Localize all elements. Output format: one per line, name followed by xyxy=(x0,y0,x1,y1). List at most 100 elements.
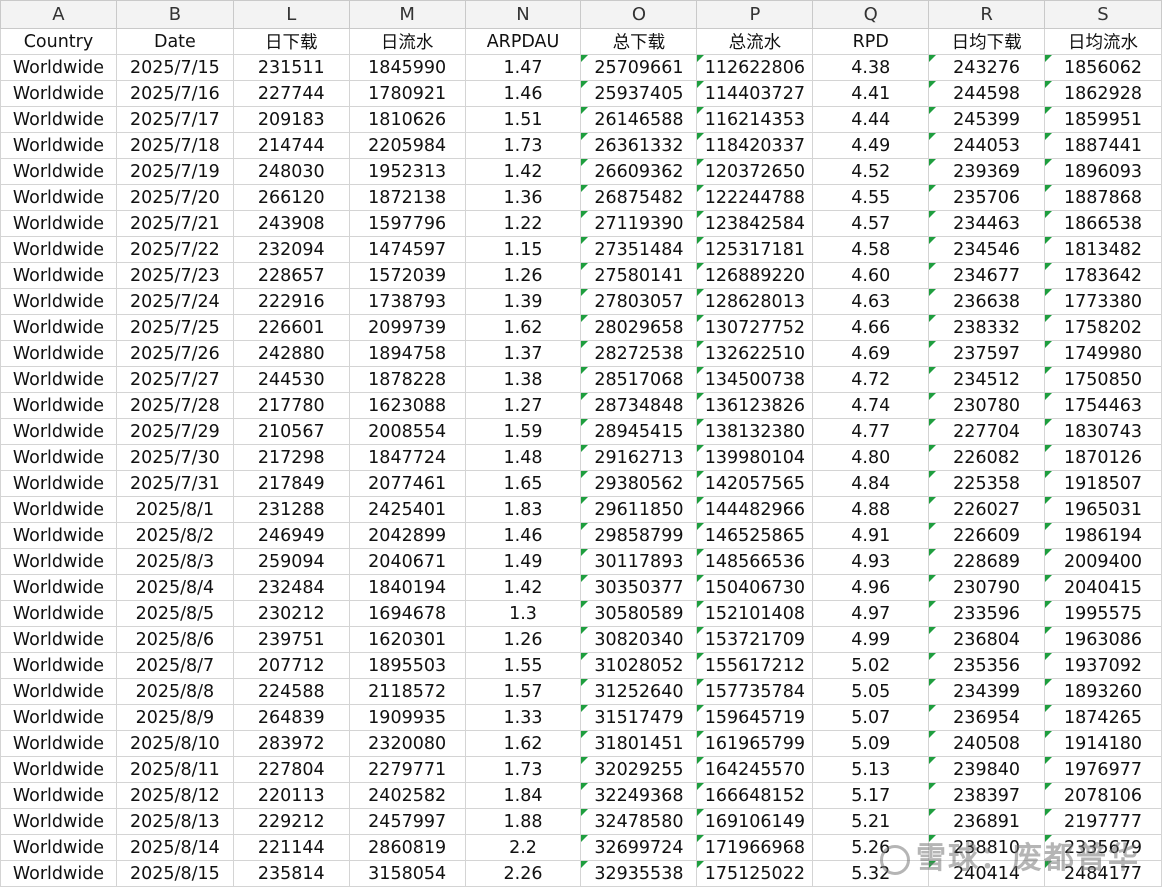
data-cell[interactable]: 4.97 xyxy=(812,600,930,627)
data-cell[interactable]: Worldwide xyxy=(0,834,117,861)
data-cell[interactable]: 2025/8/14 xyxy=(115,834,234,861)
data-cell[interactable]: 222916 xyxy=(232,288,350,315)
data-cell[interactable]: Worldwide xyxy=(0,366,117,393)
data-cell[interactable]: 26609362 xyxy=(580,158,698,185)
data-cell[interactable]: 29858799 xyxy=(580,522,698,549)
data-cell[interactable]: 242880 xyxy=(232,340,350,367)
header-cell[interactable]: 总流水 xyxy=(696,28,814,55)
data-cell[interactable]: 2025/8/15 xyxy=(115,860,234,887)
data-cell[interactable]: 1878228 xyxy=(348,366,466,393)
data-cell[interactable]: 234546 xyxy=(928,236,1046,263)
data-cell[interactable]: 235706 xyxy=(928,184,1046,211)
data-cell[interactable]: 1859951 xyxy=(1044,106,1162,133)
data-cell[interactable]: 1.47 xyxy=(464,54,582,81)
data-cell[interactable]: 1895503 xyxy=(348,652,466,679)
data-cell[interactable]: 5.05 xyxy=(812,678,930,705)
data-cell[interactable]: Worldwide xyxy=(0,106,117,133)
data-cell[interactable]: 2025/8/10 xyxy=(115,730,234,757)
data-cell[interactable]: Worldwide xyxy=(0,860,117,887)
data-cell[interactable]: 2025/7/23 xyxy=(115,262,234,289)
data-cell[interactable]: 1847724 xyxy=(348,444,466,471)
data-cell[interactable]: 136123826 xyxy=(696,392,814,419)
data-cell[interactable]: 5.13 xyxy=(812,756,930,783)
data-cell[interactable]: 29162713 xyxy=(580,444,698,471)
data-cell[interactable]: 164245570 xyxy=(696,756,814,783)
data-cell[interactable]: 28272538 xyxy=(580,340,698,367)
data-cell[interactable]: Worldwide xyxy=(0,184,117,211)
data-cell[interactable]: 157735784 xyxy=(696,678,814,705)
data-cell[interactable]: 4.77 xyxy=(812,418,930,445)
data-cell[interactable]: 236638 xyxy=(928,288,1046,315)
data-cell[interactable]: 1965031 xyxy=(1044,496,1162,523)
data-cell[interactable]: 152101408 xyxy=(696,600,814,627)
data-cell[interactable]: 138132380 xyxy=(696,418,814,445)
data-cell[interactable]: 1.46 xyxy=(464,522,582,549)
data-cell[interactable]: Worldwide xyxy=(0,652,117,679)
data-cell[interactable]: 237597 xyxy=(928,340,1046,367)
data-cell[interactable]: 220113 xyxy=(232,782,350,809)
header-cell[interactable]: Country xyxy=(0,28,117,55)
data-cell[interactable]: Worldwide xyxy=(0,730,117,757)
data-cell[interactable]: 27580141 xyxy=(580,262,698,289)
data-cell[interactable]: 230780 xyxy=(928,392,1046,419)
data-cell[interactable]: 229212 xyxy=(232,808,350,835)
data-cell[interactable]: 128628013 xyxy=(696,288,814,315)
data-cell[interactable]: 3158054 xyxy=(348,860,466,887)
data-cell[interactable]: 1.59 xyxy=(464,418,582,445)
data-cell[interactable]: 1.42 xyxy=(464,158,582,185)
data-cell[interactable]: 238810 xyxy=(928,834,1046,861)
data-cell[interactable]: 2484177 xyxy=(1044,860,1162,887)
data-cell[interactable]: 25937405 xyxy=(580,80,698,107)
data-cell[interactable]: 144482966 xyxy=(696,496,814,523)
data-cell[interactable]: 1896093 xyxy=(1044,158,1162,185)
data-cell[interactable]: 1783642 xyxy=(1044,262,1162,289)
data-cell[interactable]: 5.26 xyxy=(812,834,930,861)
data-cell[interactable]: 1620301 xyxy=(348,626,466,653)
data-cell[interactable]: 1.37 xyxy=(464,340,582,367)
data-cell[interactable]: 236804 xyxy=(928,626,1046,653)
data-cell[interactable]: 30820340 xyxy=(580,626,698,653)
data-cell[interactable]: 231288 xyxy=(232,496,350,523)
data-cell[interactable]: 2025/8/11 xyxy=(115,756,234,783)
data-cell[interactable]: 166648152 xyxy=(696,782,814,809)
data-cell[interactable]: 238397 xyxy=(928,782,1046,809)
data-cell[interactable]: 1937092 xyxy=(1044,652,1162,679)
data-cell[interactable]: 2425401 xyxy=(348,496,466,523)
data-cell[interactable]: 4.38 xyxy=(812,54,930,81)
column-header-n[interactable]: N xyxy=(464,0,582,29)
data-cell[interactable]: 1918507 xyxy=(1044,470,1162,497)
data-cell[interactable]: 227704 xyxy=(928,418,1046,445)
data-cell[interactable]: 224588 xyxy=(232,678,350,705)
data-cell[interactable]: Worldwide xyxy=(0,132,117,159)
data-cell[interactable]: 2025/7/17 xyxy=(115,106,234,133)
header-cell[interactable]: 日下载 xyxy=(232,28,350,55)
data-cell[interactable]: 150406730 xyxy=(696,574,814,601)
data-cell[interactable]: 2025/8/2 xyxy=(115,522,234,549)
data-cell[interactable]: 2009400 xyxy=(1044,548,1162,575)
data-cell[interactable]: 2279771 xyxy=(348,756,466,783)
data-cell[interactable]: 226082 xyxy=(928,444,1046,471)
data-cell[interactable]: 1.62 xyxy=(464,730,582,757)
data-cell[interactable]: 243908 xyxy=(232,210,350,237)
data-cell[interactable]: Worldwide xyxy=(0,236,117,263)
data-cell[interactable]: 114403727 xyxy=(696,80,814,107)
data-cell[interactable]: 4.52 xyxy=(812,158,930,185)
data-cell[interactable]: 5.21 xyxy=(812,808,930,835)
header-cell[interactable]: Date xyxy=(115,28,234,55)
data-cell[interactable]: 2025/7/25 xyxy=(115,314,234,341)
data-cell[interactable]: 2118572 xyxy=(348,678,466,705)
data-cell[interactable]: 4.74 xyxy=(812,392,930,419)
data-cell[interactable]: 155617212 xyxy=(696,652,814,679)
data-cell[interactable]: 226027 xyxy=(928,496,1046,523)
data-cell[interactable]: 1.55 xyxy=(464,652,582,679)
data-cell[interactable]: 2025/7/16 xyxy=(115,80,234,107)
data-cell[interactable]: 120372650 xyxy=(696,158,814,185)
data-cell[interactable]: 1870126 xyxy=(1044,444,1162,471)
data-cell[interactable]: Worldwide xyxy=(0,470,117,497)
data-cell[interactable]: 1.46 xyxy=(464,80,582,107)
data-cell[interactable]: 171966968 xyxy=(696,834,814,861)
header-cell[interactable]: 日均下载 xyxy=(928,28,1046,55)
data-cell[interactable]: 4.84 xyxy=(812,470,930,497)
data-cell[interactable]: 5.07 xyxy=(812,704,930,731)
data-cell[interactable]: 1597796 xyxy=(348,210,466,237)
